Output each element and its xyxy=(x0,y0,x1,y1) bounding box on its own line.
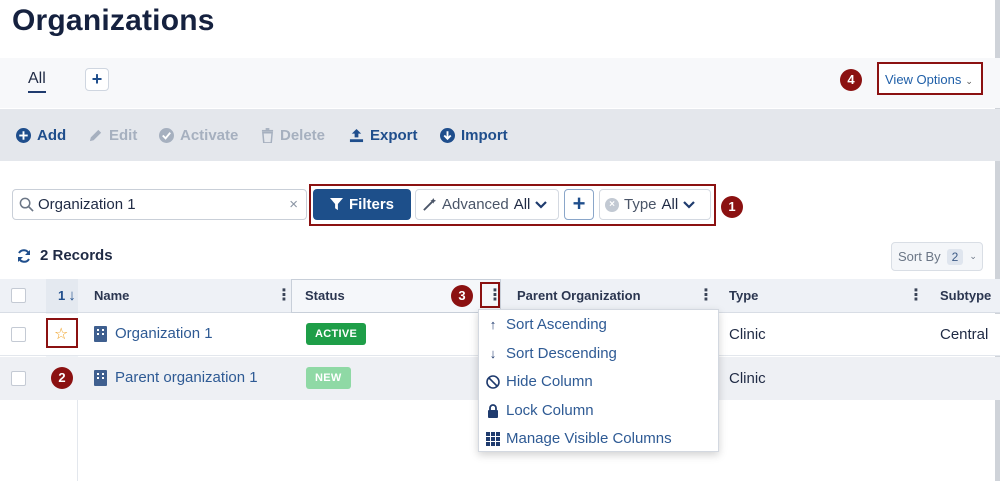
chevron-down-icon xyxy=(683,200,695,209)
column-header-status[interactable]: Status xyxy=(305,288,345,303)
records-label: 2 Records xyxy=(40,247,113,264)
organization-name: Organization 1 xyxy=(115,325,213,342)
add-filter-button[interactable]: + xyxy=(564,189,594,220)
menu-item-sort-ascending[interactable]: ↑ Sort Ascending xyxy=(486,316,607,333)
menu-item-hide-column[interactable]: Hide Column xyxy=(486,373,593,390)
type-filter-dropdown[interactable]: × Type All xyxy=(599,189,711,220)
filters-label: Filters xyxy=(348,196,394,213)
column-header-type[interactable]: Type xyxy=(729,288,758,303)
arrow-down-icon: ↓ xyxy=(489,346,497,361)
organization-name-link[interactable]: Organization 1 xyxy=(94,325,213,342)
status-badge: NEW xyxy=(306,367,351,389)
import-label: Import xyxy=(461,127,508,144)
arrow-down-icon: ↓ xyxy=(68,287,76,304)
building-icon xyxy=(94,325,107,342)
type-filter-value: All xyxy=(661,196,679,213)
grid-icon xyxy=(486,431,500,446)
delete-label: Delete xyxy=(280,127,326,144)
delete-button[interactable]: Delete xyxy=(261,127,325,144)
organization-name: Parent organization 1 xyxy=(115,369,258,386)
view-options-label: View Options xyxy=(885,72,962,87)
activate-button[interactable]: Activate xyxy=(159,127,238,144)
clear-search-icon[interactable]: × xyxy=(289,196,298,213)
building-icon xyxy=(94,369,107,386)
select-all-checkbox[interactable] xyxy=(11,288,26,303)
export-label: Export xyxy=(370,127,418,144)
sort-by-button[interactable]: Sort By 2 ⌄ xyxy=(891,242,983,271)
filters-button[interactable]: Filters xyxy=(313,189,411,220)
status-badge: ACTIVE xyxy=(306,323,367,345)
magic-wand-icon xyxy=(423,197,437,211)
advanced-filter-label: Advanced xyxy=(442,196,509,213)
search-input[interactable] xyxy=(38,196,286,213)
export-button[interactable]: Export xyxy=(349,127,418,144)
search-box: × xyxy=(12,189,307,220)
remove-filter-icon[interactable]: × xyxy=(605,197,619,212)
edit-label: Edit xyxy=(109,127,138,144)
column-menu-icon[interactable]: ⋮ xyxy=(698,285,714,305)
menu-item-label: Lock Column xyxy=(506,402,594,419)
lock-icon xyxy=(486,403,500,418)
menu-item-manage-visible-columns[interactable]: Manage Visible Columns xyxy=(486,430,672,447)
sort-count-badge: 2 xyxy=(946,248,964,265)
advanced-filter-value: All xyxy=(513,196,531,213)
callout-badge-1: 1 xyxy=(721,196,743,218)
ban-icon xyxy=(486,374,500,389)
chevron-down-icon: ⌄ xyxy=(965,76,973,86)
sort-by-label: Sort By xyxy=(898,249,941,264)
view-options-button[interactable]: View Options ⌄ xyxy=(877,62,983,95)
add-label: Add xyxy=(37,127,67,144)
check-circle-icon xyxy=(159,128,174,143)
column-header-parent-organization[interactable]: Parent Organization xyxy=(517,288,641,303)
trash-icon xyxy=(261,128,274,143)
advanced-filter-dropdown[interactable]: Advanced All xyxy=(415,189,559,220)
menu-item-lock-column[interactable]: Lock Column xyxy=(486,402,594,419)
chevron-down-icon xyxy=(535,200,548,209)
menu-item-label: Sort Descending xyxy=(506,345,617,362)
tab-all[interactable]: All xyxy=(28,70,46,93)
star-icon[interactable]: ☆ xyxy=(54,324,68,344)
callout-badge-2: 2 xyxy=(51,367,73,389)
menu-item-sort-descending[interactable]: ↓ Sort Descending xyxy=(486,345,617,362)
records-count: 2 Records xyxy=(16,247,113,264)
grid-left-gutter xyxy=(0,400,78,481)
organization-name-link[interactable]: Parent organization 1 xyxy=(94,369,258,386)
type-filter-label: Type xyxy=(624,196,657,213)
type-cell: Clinic xyxy=(729,326,766,343)
sort-order-number: 1 xyxy=(58,288,66,303)
menu-item-label: Hide Column xyxy=(506,373,593,390)
add-view-button[interactable]: + xyxy=(85,68,109,91)
column-header-name[interactable]: Name xyxy=(94,288,129,303)
search-icon xyxy=(19,197,34,212)
column-menu-icon[interactable]: ⋮ xyxy=(487,285,503,305)
plus-circle-icon xyxy=(16,128,31,143)
column-menu-icon[interactable]: ⋮ xyxy=(276,285,292,305)
column-header-subtype[interactable]: Subtype xyxy=(940,288,991,303)
chevron-down-icon: ⌄ xyxy=(969,251,977,261)
add-button[interactable]: Add xyxy=(16,127,66,144)
menu-item-label: Sort Ascending xyxy=(506,316,607,333)
type-cell: Clinic xyxy=(729,370,766,387)
arrow-up-icon: ↑ xyxy=(489,317,497,332)
edit-button[interactable]: Edit xyxy=(88,127,137,144)
menu-item-label: Manage Visible Columns xyxy=(506,430,672,447)
column-menu-icon[interactable]: ⋮ xyxy=(908,285,924,305)
sort-order-indicator[interactable]: 1 ↓ xyxy=(58,287,76,304)
import-icon xyxy=(440,128,455,143)
page-title: Organizations xyxy=(12,4,215,37)
refresh-icon[interactable] xyxy=(16,248,32,264)
row-checkbox[interactable] xyxy=(11,371,26,386)
subtype-cell: Central xyxy=(940,326,989,343)
callout-badge-4: 4 xyxy=(840,69,862,91)
callout-badge-3: 3 xyxy=(451,285,473,307)
row-checkbox[interactable] xyxy=(11,327,26,342)
activate-label: Activate xyxy=(180,127,239,144)
funnel-icon xyxy=(329,198,343,211)
import-button[interactable]: Import xyxy=(440,127,508,144)
pencil-icon xyxy=(89,129,102,142)
export-icon xyxy=(349,128,364,143)
